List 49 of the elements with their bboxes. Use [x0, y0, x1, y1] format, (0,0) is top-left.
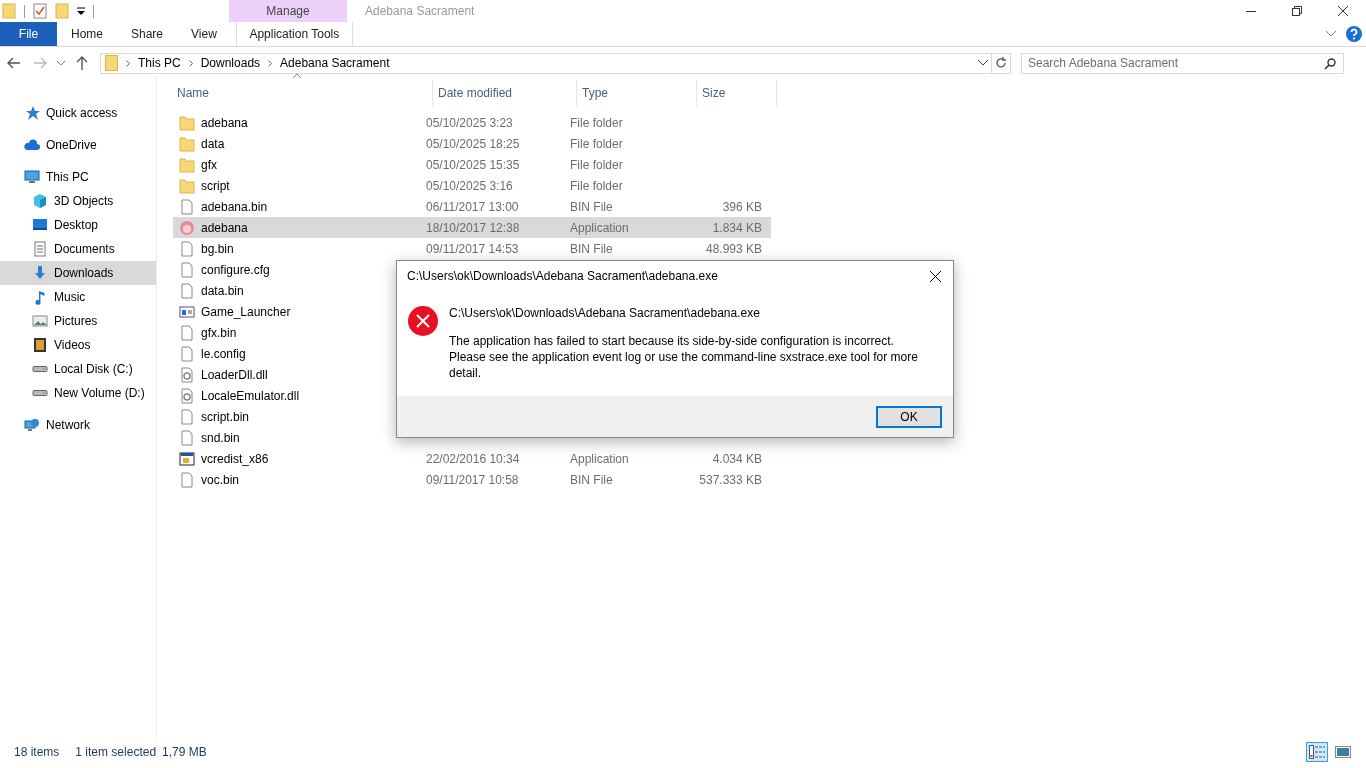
type-cell: File folder: [570, 157, 623, 172]
type-cell: BIN File: [570, 241, 613, 256]
date-cell: 05/10/2025 15:35: [426, 157, 520, 172]
context-tab-header: Manage: [229, 0, 347, 22]
date-cell: 05/10/2025 3:23: [426, 115, 513, 130]
file-name: adebana: [201, 115, 248, 130]
type-cell: BIN File: [570, 472, 613, 487]
window-title: Adebana Sacrament: [365, 4, 475, 18]
type-cell: Application: [570, 220, 629, 235]
size-cell: 1.834 KB: [712, 220, 762, 235]
dialog-message: The application has failed to start because its side-by-side configuration is incorrect. Please see the application event log or use the command-line sxstrace.exe tool for more detail.: [449, 333, 919, 381]
file-name: bg.bin: [201, 241, 234, 256]
date-cell: 06/11/2017 13:00: [426, 199, 519, 214]
file-name: gfx.bin: [201, 325, 237, 340]
item-count: 18 items: [14, 745, 60, 759]
type-cell: Application: [570, 451, 629, 466]
date-cell: 05/10/2025 18:25: [426, 136, 520, 151]
file-name: data.bin: [201, 283, 244, 298]
date-cell: 05/10/2025 3:16: [426, 178, 513, 193]
file-name: script.bin: [201, 409, 250, 424]
file-name: snd.bin: [201, 430, 240, 445]
type-cell: File folder: [570, 115, 623, 130]
selection-info: 1 item selected: [75, 745, 157, 759]
file-name: LocaleEmulator.dll: [201, 388, 300, 403]
file-name: adebana.bin: [201, 199, 268, 214]
size-cell: 396 KB: [722, 199, 762, 214]
date-cell: 09/11/2017 10:58: [426, 472, 519, 487]
file-name: adebana: [201, 220, 248, 235]
file-name: voc.bin: [201, 472, 240, 487]
date-cell: 18/10/2017 12:38: [426, 220, 520, 235]
file-name: vcredist_x86: [201, 451, 269, 466]
dialog-heading: C:\Users\ok\Downloads\Adebana Sacrament\adebana.exe: [449, 306, 761, 320]
file-name: gfx: [201, 157, 217, 172]
date-cell: 22/02/2016 10:34: [426, 451, 520, 466]
file-name: data: [201, 136, 225, 151]
size-cell: 48.993 KB: [705, 241, 762, 256]
dialog-title: C:\Users\ok\Downloads\Adebana Sacrament\adebana.exe: [407, 269, 718, 283]
file-name: script: [201, 178, 230, 193]
file-name: le.config: [201, 346, 246, 361]
file-name: configure.cfg: [201, 262, 270, 277]
file-name: LoaderDll.dll: [201, 367, 268, 382]
selection-info: 1,79 MB: [162, 745, 207, 759]
file-name: Game_Launcher: [201, 304, 291, 319]
type-cell: BIN File: [570, 199, 613, 214]
size-cell: 4.034 KB: [712, 451, 762, 466]
type-cell: File folder: [570, 178, 623, 193]
date-cell: 09/11/2017 14:53: [426, 241, 519, 256]
type-cell: File folder: [570, 136, 623, 151]
size-cell: 537.333 KB: [699, 472, 762, 487]
